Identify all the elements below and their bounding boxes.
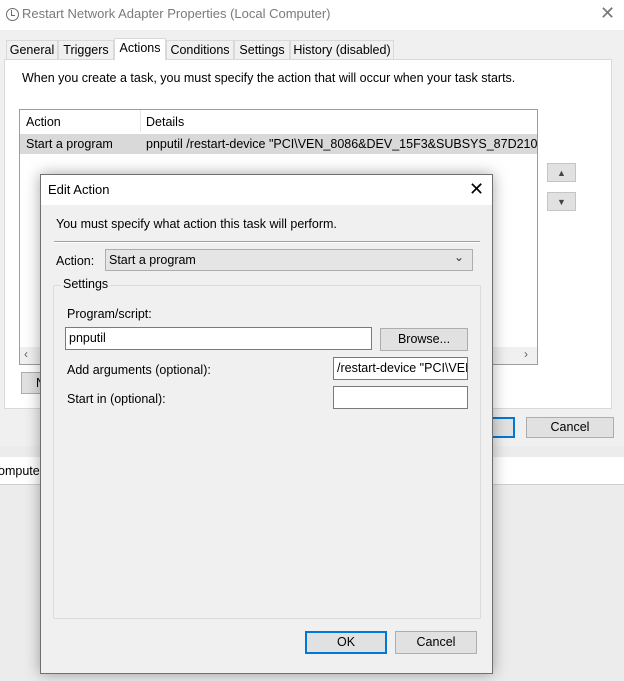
- arguments-input[interactable]: /restart-device "PCI\VEN_8086&DEV_15F3&S…: [333, 357, 468, 380]
- chevron-down-icon: ⌄: [454, 250, 465, 264]
- scroll-right-icon[interactable]: ›: [524, 347, 528, 361]
- divider: [54, 241, 480, 243]
- tab-settings[interactable]: Settings: [234, 40, 290, 59]
- list-item-details[interactable]: pnputil /restart-device "PCI\VEN_8086&DE…: [146, 137, 537, 151]
- background-strip-text: omputer: [0, 464, 44, 478]
- action-label: Action:: [56, 254, 95, 268]
- list-item-action[interactable]: Start a program: [26, 137, 113, 151]
- browse-button[interactable]: Browse...: [380, 328, 468, 351]
- window-close-icon[interactable]: ✕: [600, 4, 615, 22]
- program-script-input[interactable]: pnputil: [65, 327, 372, 350]
- tab-actions[interactable]: Actions: [114, 38, 166, 60]
- scroll-left-icon[interactable]: ‹: [24, 347, 28, 361]
- settings-group-title: Settings: [61, 277, 111, 291]
- start-in-input[interactable]: [333, 386, 468, 409]
- edit-action-dialog: Edit Action ✕ You must specify what acti…: [40, 174, 493, 674]
- arrow-down-icon: ▼: [557, 197, 566, 207]
- dialog-title: Edit Action: [48, 182, 110, 197]
- arguments-label: Add arguments (optional):: [67, 363, 211, 377]
- tab-general[interactable]: General: [6, 40, 58, 59]
- tab-triggers[interactable]: Triggers: [58, 40, 114, 59]
- dialog-title-bar: Edit Action ✕: [41, 175, 492, 205]
- cancel-button[interactable]: Cancel: [395, 631, 477, 654]
- window-title: Restart Network Adapter Properties (Loca…: [22, 6, 331, 21]
- column-header-details[interactable]: Details: [146, 115, 184, 129]
- move-up-button[interactable]: ▲: [547, 163, 576, 182]
- move-down-button[interactable]: ▼: [547, 192, 576, 211]
- action-dropdown[interactable]: Start a program ⌄: [105, 249, 473, 271]
- start-in-label: Start in (optional):: [67, 392, 166, 406]
- program-script-value: pnputil: [69, 331, 106, 345]
- arrow-up-icon: ▲: [557, 168, 566, 178]
- column-header-action[interactable]: Action: [26, 115, 61, 129]
- tab-conditions[interactable]: Conditions: [166, 40, 234, 59]
- dialog-close-icon[interactable]: ✕: [469, 180, 484, 198]
- task-clock-icon: [6, 8, 19, 21]
- title-bar: Restart Network Adapter Properties (Loca…: [0, 0, 624, 30]
- properties-cancel-button[interactable]: Cancel: [526, 417, 614, 438]
- column-divider[interactable]: [140, 110, 141, 132]
- dialog-description: You must specify what action this task w…: [56, 217, 337, 231]
- program-script-label: Program/script:: [67, 307, 152, 321]
- ok-button[interactable]: OK: [305, 631, 387, 654]
- tab-history[interactable]: History (disabled): [290, 40, 394, 59]
- arguments-value: /restart-device "PCI\VEN_8086&DEV_15F3&S…: [337, 361, 467, 375]
- actions-description: When you create a task, you must specify…: [22, 71, 516, 85]
- action-dropdown-value: Start a program: [109, 253, 196, 267]
